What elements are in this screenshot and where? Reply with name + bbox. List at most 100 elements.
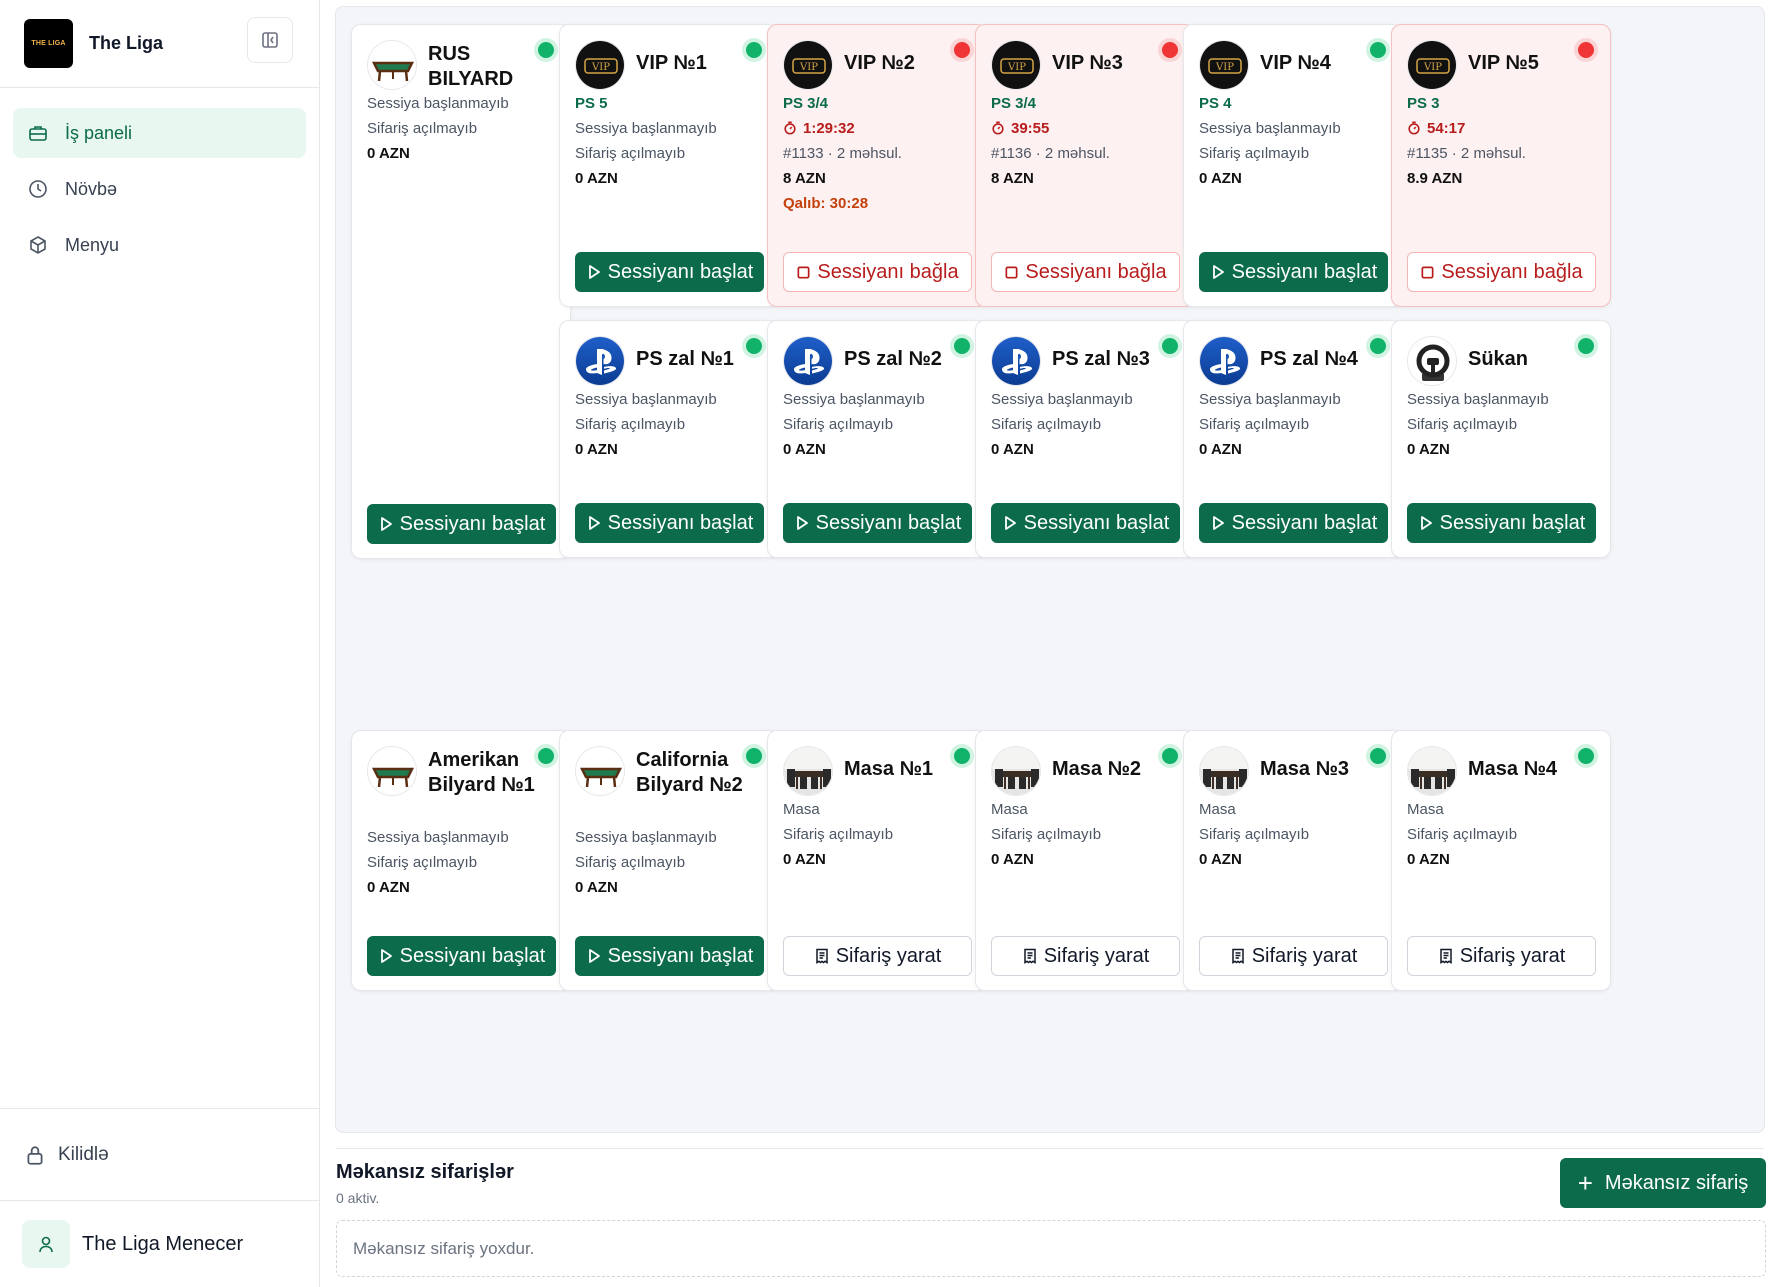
sidebar-item-menu[interactable]: Menyu — [13, 220, 306, 270]
sidebar: THE LIGA The Liga İş paneli Növbə Menyu … — [0, 0, 320, 1287]
detail-text: 0 AZN — [991, 441, 1034, 458]
station-card[interactable]: PS zal №1 Sessiya başlanmayıb Sifariş açıl… — [559, 320, 779, 558]
close-session-button[interactable]: Sessiyanı bağla — [1407, 252, 1596, 292]
svg-text:VIP: VIP — [1215, 62, 1234, 73]
detail-text: Masa — [1199, 801, 1236, 818]
station-card[interactable]: PS zal №2 Sessiya başlanmayıb Sifariş açıl… — [767, 320, 987, 558]
stop-icon — [1421, 266, 1434, 278]
start-session-button[interactable]: Sessiyanı başlat — [575, 252, 764, 292]
station-card[interactable]: RUS BILYARD Sessiya başlanmayıb Sifariş aç… — [351, 24, 571, 559]
sidebar-item-dashboard[interactable]: İş paneli — [13, 108, 306, 158]
button-icon — [1438, 948, 1454, 964]
button-icon — [586, 264, 602, 280]
start-session-button[interactable]: Sessiyanı başlat — [575, 936, 764, 976]
station-thumbnail — [783, 746, 833, 796]
user-profile[interactable]: The Liga Menecer — [0, 1200, 319, 1287]
sidebar-nav: İş paneli Növbə Menyu — [0, 88, 319, 296]
detail-text: 0 AZN — [991, 851, 1034, 868]
detail-muted: Sifariş açılmayıb — [783, 822, 979, 847]
start-session-button[interactable]: Sessiyanı başlat — [1199, 252, 1388, 292]
station-details: Sessiya başlanmayıb Sifariş açılmayıb 0 AZ… — [575, 825, 771, 900]
detail-text: Masa — [1407, 801, 1444, 818]
start-session-button[interactable]: Sessiyanı başlat — [991, 503, 1180, 543]
detail-amount: 0 AZN — [991, 847, 1187, 872]
button-label: Sifariş yarat — [1459, 944, 1566, 967]
create-order-button[interactable]: Sifariş yarat — [1407, 936, 1596, 976]
station-thumbnail — [991, 336, 1041, 386]
station-thumbnail: VIP — [783, 40, 833, 90]
station-card[interactable]: California Bilyard №2 Sessiya başlanmayıb… — [559, 730, 779, 991]
detail-muted: Sessiya başlanmayıb — [1199, 116, 1395, 141]
button-icon — [1418, 515, 1434, 531]
station-card[interactable]: Masa №4 Masa Sifariş açılmayıb 0 AZN Sifariş… — [1391, 730, 1611, 991]
station-card[interactable]: VIP VIP №2 PS 3/4 1:29:32 #1133 · 2 məhsul. 8… — [767, 24, 987, 307]
button-label: Sessiyanı başlat — [399, 944, 546, 967]
station-details: Masa Sifariş açılmayıb 0 AZN — [783, 797, 979, 872]
button-label: Sessiyanı başlat — [1439, 511, 1586, 534]
button-icon — [1210, 515, 1226, 531]
sidebar-item-label: Növbə — [65, 178, 118, 199]
station-card[interactable]: VIP VIP №1 PS 5 Sessiya başlanmayıb Sifariş … — [559, 24, 779, 307]
start-session-button[interactable]: Sessiyanı başlat — [1407, 503, 1596, 543]
detail-muted: Sifariş açılmayıb — [783, 412, 979, 437]
lock-button[interactable]: Kilidlə — [0, 1108, 319, 1200]
close-session-button[interactable]: Sessiyanı bağla — [783, 252, 972, 292]
detail-muted: Sifariş açılmayıb — [367, 850, 563, 875]
create-order-button[interactable]: Sifariş yarat — [783, 936, 972, 976]
detail-timer: 54:17 — [1407, 116, 1603, 141]
start-session-button[interactable]: Sessiyanı başlat — [367, 504, 556, 544]
station-card[interactable]: PS zal №4 Sessiya başlanmayıb Sifariş açıl… — [1183, 320, 1403, 558]
detail-timer: 39:55 — [991, 116, 1187, 141]
station-name: VIP №2 — [844, 52, 915, 74]
button-icon — [1420, 265, 1435, 280]
status-indicator — [1366, 38, 1390, 62]
detail-muted: Sessiya başlanmayıb — [1199, 387, 1395, 412]
button-label: Sessiyanı bağla — [1025, 260, 1167, 283]
status-indicator — [534, 38, 558, 62]
button-label: Sessiyanı başlat — [607, 260, 754, 283]
station-details: Masa Sifariş açılmayıb 0 AZN — [991, 797, 1187, 872]
close-session-button[interactable]: Sessiyanı bağla — [991, 252, 1180, 292]
detail-amount: 0 AZN — [783, 847, 979, 872]
button-label: Sessiyanı başlat — [1231, 260, 1378, 283]
station-name: RUS BILYARD — [428, 43, 514, 90]
timer-icon — [1408, 121, 1420, 135]
lock-icon — [24, 1144, 46, 1166]
start-session-button[interactable]: Sessiyanı başlat — [575, 503, 764, 543]
create-order-button[interactable]: Sifariş yarat — [991, 936, 1180, 976]
button-icon — [796, 265, 811, 280]
start-session-button[interactable]: Sessiyanı başlat — [1199, 503, 1388, 543]
start-session-button[interactable]: Sessiyanı başlat — [783, 503, 972, 543]
briefcase-icon — [27, 122, 49, 144]
button-label: Sessiyanı başlat — [1231, 511, 1378, 534]
add-order-button[interactable]: + Məkansız sifariş — [1560, 1158, 1766, 1208]
detail-text: Sessiya başlanmayıb — [575, 829, 717, 846]
station-card[interactable]: PS zal №3 Sessiya başlanmayıb Sifariş açıl… — [975, 320, 1195, 558]
detail-text: 0 AZN — [367, 145, 410, 162]
collapse-sidebar-button[interactable] — [247, 17, 293, 63]
detail-muted: Sifariş açılmayıb — [1407, 412, 1603, 437]
detail-amount: 0 AZN — [783, 437, 979, 462]
brand-logo: THE LIGA — [24, 19, 73, 68]
detail-text: Sifariş açılmayıb — [1407, 416, 1518, 433]
create-order-button[interactable]: Sifariş yarat — [1199, 936, 1388, 976]
station-card[interactable]: Masa №1 Masa Sifariş açılmayıb 0 AZN Sifariş… — [767, 730, 987, 991]
station-card[interactable]: Amerikan Bilyard №1 Sessiya başlanmayıb Si… — [351, 730, 571, 991]
station-card[interactable]: VIP VIP №5 PS 3 54:17 #1135 · 2 məhsul. 8.9 A… — [1391, 24, 1611, 307]
detail-amount: 0 AZN — [1407, 437, 1603, 462]
detail-text: Sifariş açılmayıb — [1199, 826, 1310, 843]
button-label: Sessiyanı bağla — [817, 260, 959, 283]
detail-text: Sifariş açılmayıb — [1407, 826, 1518, 843]
station-card[interactable]: Masa №3 Masa Sifariş açılmayıb 0 AZN Sifariş… — [1183, 730, 1403, 991]
start-session-button[interactable]: Sessiyanı başlat — [367, 936, 556, 976]
station-card[interactable]: VIP VIP №4 PS 4 Sessiya başlanmayıb Sifariş … — [1183, 24, 1403, 307]
station-card[interactable]: Sükan Sessiya başlanmayıb Sifariş açılmayı… — [1391, 320, 1611, 558]
detail-muted: Sessiya başlanmayıb — [575, 825, 771, 850]
sidebar-item-shift[interactable]: Növbə — [13, 164, 306, 214]
station-card[interactable]: Masa №2 Masa Sifariş açılmayıb 0 AZN Sifariş… — [975, 730, 1195, 991]
detail-text: Sifariş açılmayıb — [1199, 145, 1310, 162]
detail-text: Sifariş açılmayıb — [783, 826, 894, 843]
station-thumbnail — [783, 336, 833, 386]
station-card[interactable]: VIP VIP №3 PS 3/4 39:55 #1136 · 2 məhsul. 8 A… — [975, 24, 1195, 307]
detail-muted: Sifariş açılmayıb — [367, 116, 563, 141]
